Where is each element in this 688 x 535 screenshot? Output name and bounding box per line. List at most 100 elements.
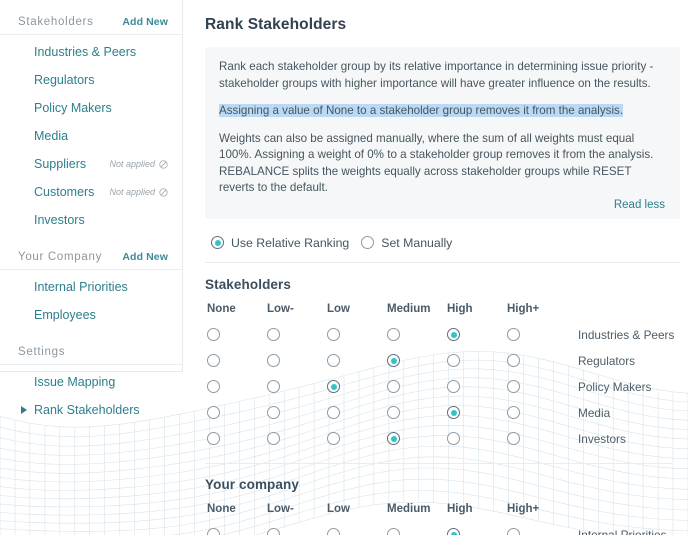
rank-cell-low[interactable] [325,328,385,341]
rank-radio-unselected[interactable] [207,354,220,367]
rank-radio-unselected[interactable] [327,406,340,419]
rank-radio-unselected[interactable] [387,328,400,341]
sidebar-item-customers[interactable]: Customers Not applied [0,181,182,203]
sidebar-item-media[interactable]: Media [0,125,182,147]
rank-radio-unselected[interactable] [387,528,400,535]
sidebar-add-new-button[interactable]: Add New [122,251,168,263]
rank-cell-medium[interactable] [385,406,445,419]
rank-cell-high[interactable] [445,354,505,367]
rank-cell-none[interactable] [205,328,265,341]
rank-cell-medium[interactable] [385,380,445,393]
rank-cell-lowminus[interactable] [265,528,325,535]
rank-row-label: Media [565,406,610,420]
rank-radio-unselected[interactable] [447,432,460,445]
rank-cell-highplus[interactable] [505,528,565,535]
mode-radio-unselected[interactable] [361,236,374,249]
sidebar-item-internal-priorities[interactable]: Internal Priorities [0,276,182,298]
rank-cell-low[interactable] [325,380,385,393]
rank-radio-selected[interactable] [387,432,400,445]
rank-radio-unselected[interactable] [267,328,280,341]
rank-radio-unselected[interactable] [447,380,460,393]
rank-radio-unselected[interactable] [327,354,340,367]
rank-radio-unselected[interactable] [447,354,460,367]
rank-radio-unselected[interactable] [507,406,520,419]
rank-cell-low[interactable] [325,528,385,535]
rank-row-label: Industries & Peers [565,328,674,342]
rank-cell-low[interactable] [325,406,385,419]
rank-radio-unselected[interactable] [267,432,280,445]
sidebar-item-status: Not applied [109,187,168,197]
rank-section-title: Your company [205,477,680,492]
sidebar-add-new-button[interactable]: Add New [122,16,168,28]
rank-cell-high[interactable] [445,406,505,419]
sidebar-item-issue-mapping[interactable]: Issue Mapping [0,371,182,393]
rank-radio-unselected[interactable] [327,328,340,341]
mode-option-use-relative-ranking[interactable]: Use Relative Ranking [211,236,349,250]
rank-cell-lowminus[interactable] [265,406,325,419]
rank-cell-medium[interactable] [385,328,445,341]
column-header-highplus: High+ [505,503,565,515]
rank-radio-unselected[interactable] [387,406,400,419]
rank-radio-unselected[interactable] [267,354,280,367]
rank-cell-high[interactable] [445,432,505,445]
rank-cell-high[interactable] [445,328,505,341]
rank-radio-unselected[interactable] [507,528,520,535]
rank-cell-none[interactable] [205,528,265,535]
rank-cell-lowminus[interactable] [265,380,325,393]
rank-cell-medium[interactable] [385,354,445,367]
rank-radio-unselected[interactable] [267,406,280,419]
rank-radio-selected[interactable] [327,380,340,393]
rank-radio-unselected[interactable] [207,328,220,341]
rank-cell-highplus[interactable] [505,380,565,393]
rank-cell-low[interactable] [325,354,385,367]
rank-radio-unselected[interactable] [267,528,280,535]
rank-radio-selected[interactable] [387,354,400,367]
rank-cell-low[interactable] [325,432,385,445]
sidebar-item-industries-peers[interactable]: Industries & Peers [0,41,182,63]
rank-cell-highplus[interactable] [505,432,565,445]
sidebar-item-investors[interactable]: Investors [0,209,182,231]
rank-cell-none[interactable] [205,380,265,393]
sidebar-item-rank-stakeholders[interactable]: Rank Stakeholders [0,399,182,421]
sidebar-item-regulators[interactable]: Regulators [0,69,182,91]
info-paragraph-highlighted-wrap: Assigning a value of None to a stakehold… [219,103,666,120]
rank-radio-unselected[interactable] [327,432,340,445]
rank-cell-highplus[interactable] [505,354,565,367]
rank-cell-none[interactable] [205,432,265,445]
rank-radio-unselected[interactable] [207,528,220,535]
rank-radio-unselected[interactable] [207,380,220,393]
sidebar: StakeholdersAdd NewIndustries & PeersReg… [0,0,183,372]
rank-cell-lowminus[interactable] [265,432,325,445]
mode-radio-selected[interactable] [211,236,224,249]
rank-radio-unselected[interactable] [327,528,340,535]
rank-radio-selected[interactable] [447,528,460,535]
sidebar-item-label: Customers [34,185,94,199]
rank-cell-none[interactable] [205,354,265,367]
sidebar-item-label: Industries & Peers [34,45,136,59]
rank-cell-medium[interactable] [385,528,445,535]
rank-radio-unselected[interactable] [507,328,520,341]
rank-radio-unselected[interactable] [387,380,400,393]
rank-radio-unselected[interactable] [207,432,220,445]
rank-cell-medium[interactable] [385,432,445,445]
sidebar-item-suppliers[interactable]: SuppliersNot applied [0,153,182,175]
sidebar-item-policy-makers[interactable]: Policy Makers [0,97,182,119]
rank-cell-lowminus[interactable] [265,354,325,367]
rank-cell-highplus[interactable] [505,406,565,419]
rank-radio-unselected[interactable] [507,432,520,445]
rank-radio-selected[interactable] [447,328,460,341]
rank-cell-highplus[interactable] [505,328,565,341]
rank-cell-high[interactable] [445,528,505,535]
rank-cell-high[interactable] [445,380,505,393]
rank-radio-unselected[interactable] [207,406,220,419]
rank-cell-none[interactable] [205,406,265,419]
rank-cell-lowminus[interactable] [265,328,325,341]
rank-radio-selected[interactable] [447,406,460,419]
rank-radio-unselected[interactable] [507,354,520,367]
rank-radio-unselected[interactable] [267,380,280,393]
read-less-link[interactable]: Read less [219,199,666,211]
sidebar-item-employees[interactable]: Employees [0,304,182,326]
mode-option-set-manually[interactable]: Set Manually [361,236,452,250]
column-header-low: Low [325,303,385,315]
rank-radio-unselected[interactable] [507,380,520,393]
